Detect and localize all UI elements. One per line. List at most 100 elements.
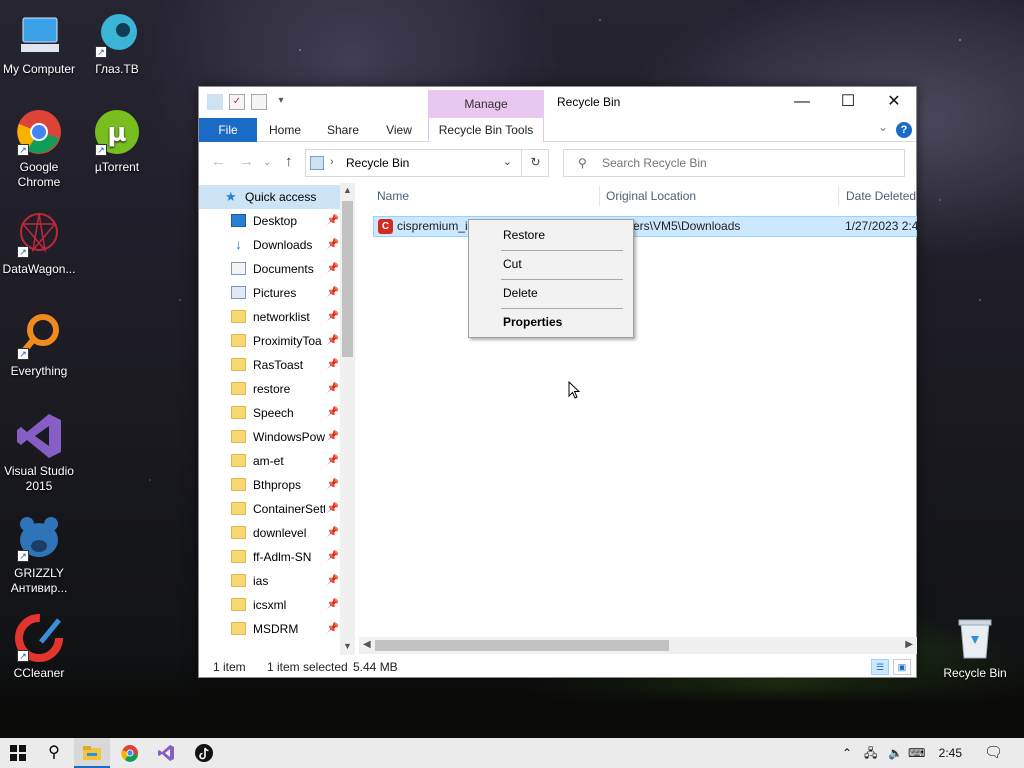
search-taskbar-button[interactable]: ⚲ xyxy=(36,738,72,768)
desktop-icon-grizzly[interactable]: ↗ GRIZZLY Антивир... xyxy=(0,514,78,596)
pin-icon[interactable]: 📌 xyxy=(327,617,339,641)
horizontal-scrollbar[interactable]: ◀ ▶ xyxy=(359,637,917,654)
horizontal-scroll-thumb[interactable] xyxy=(375,640,669,651)
pin-icon[interactable]: 📌 xyxy=(327,401,339,425)
large-icons-view-button[interactable]: ▣ xyxy=(893,659,911,675)
column-header-date-deleted[interactable]: Date Deleted xyxy=(846,183,917,209)
pin-icon[interactable]: 📌 xyxy=(327,233,339,257)
tab-file[interactable]: File xyxy=(199,118,257,142)
nav-item-downlevel[interactable]: downlevel 📌 xyxy=(199,521,341,545)
volume-icon[interactable]: 🔈 xyxy=(888,738,903,768)
nav-item-restore[interactable]: restore 📌 xyxy=(199,377,341,401)
desktop-icon-visual-studio[interactable]: Visual Studio 2015 xyxy=(0,412,78,494)
desktop-icon-my-computer[interactable]: My Computer xyxy=(0,10,78,77)
pin-icon[interactable]: 📌 xyxy=(327,281,339,305)
desktop-icon-recycle-bin[interactable]: Recycle Bin xyxy=(936,614,1014,681)
context-menu-cut[interactable]: Cut xyxy=(470,251,632,277)
nav-item-ff-adlm-sn[interactable]: ff-Adlm-SN 📌 xyxy=(199,545,341,569)
nav-item-icsxml[interactable]: icsxml 📌 xyxy=(199,593,341,617)
maximize-button[interactable]: ☐ xyxy=(825,87,871,117)
up-arrow-icon[interactable]: ↑ xyxy=(285,153,293,170)
breadcrumb-recycle-bin[interactable]: Recycle Bin xyxy=(346,156,409,170)
tab-share[interactable]: Share xyxy=(319,118,367,142)
nav-item-pictures[interactable]: Pictures 📌 xyxy=(199,281,341,305)
nav-item-desktop[interactable]: Desktop 📌 xyxy=(199,209,341,233)
nav-item-msdrm[interactable]: MSDRM 📌 xyxy=(199,617,341,641)
nav-item-windowspow[interactable]: WindowsPow 📌 xyxy=(199,425,341,449)
manage-tab-group[interactable]: Manage xyxy=(428,90,544,118)
desktop-icon-datawagon[interactable]: ↗ DataWagon... xyxy=(0,210,78,277)
desktop-icon-glaz-tv[interactable]: ↗ Глаз.ТВ xyxy=(78,10,156,77)
forward-arrow-icon[interactable]: → xyxy=(239,153,254,170)
pin-icon[interactable]: 📌 xyxy=(327,593,339,617)
tab-view[interactable]: View xyxy=(375,118,423,142)
nav-quick-access[interactable]: ★ Quick access xyxy=(199,185,341,209)
nav-item-ias[interactable]: ias 📌 xyxy=(199,569,341,593)
close-button[interactable]: ✕ xyxy=(871,87,917,117)
column-divider[interactable] xyxy=(838,186,839,206)
nav-scroll-thumb[interactable] xyxy=(342,201,353,357)
taskbar-tiktok[interactable] xyxy=(186,738,222,768)
column-divider[interactable] xyxy=(599,186,600,206)
customize-toolbar-chevron-icon[interactable]: ▾ xyxy=(273,94,289,110)
nav-item-rastoast[interactable]: RasToast 📌 xyxy=(199,353,341,377)
pin-icon[interactable]: 📌 xyxy=(327,329,339,353)
nav-item-downloads[interactable]: ↓ Downloads 📌 xyxy=(199,233,341,257)
nav-item-documents[interactable]: Documents 📌 xyxy=(199,257,341,281)
taskbar-chrome[interactable] xyxy=(112,738,148,768)
context-menu-properties[interactable]: Properties xyxy=(470,309,632,335)
column-header-name[interactable]: Name xyxy=(377,183,597,209)
nav-item-bthprops[interactable]: Bthprops 📌 xyxy=(199,473,341,497)
scroll-down-icon[interactable]: ▼ xyxy=(343,641,352,651)
search-box[interactable]: ⚲ xyxy=(563,149,905,177)
column-header-original-location[interactable]: Original Location xyxy=(606,183,836,209)
taskbar-visual-studio[interactable] xyxy=(148,738,184,768)
pin-icon[interactable]: 📌 xyxy=(327,521,339,545)
new-folder-icon[interactable] xyxy=(251,94,267,110)
nav-item-am-et[interactable]: am-et 📌 xyxy=(199,449,341,473)
desktop-icon-everything[interactable]: ↗ Everything xyxy=(0,312,78,379)
address-bar[interactable]: › Recycle Bin ⌄ xyxy=(305,149,549,177)
help-icon[interactable]: ? xyxy=(896,122,912,138)
tab-home[interactable]: Home xyxy=(261,118,309,142)
taskbar-file-explorer[interactable] xyxy=(74,738,110,768)
notifications-icon[interactable]: 🗨 xyxy=(984,738,1003,768)
nav-item-proximitytoa[interactable]: ProximityToa 📌 xyxy=(199,329,341,353)
nav-item-containersett[interactable]: ContainerSett 📌 xyxy=(199,497,341,521)
details-view-button[interactable]: ☰ xyxy=(871,659,889,675)
tab-recycle-bin-tools[interactable]: Recycle Bin Tools xyxy=(428,118,544,142)
desktop-icon-utorrent[interactable]: µ ↗ µTorrent xyxy=(78,108,156,175)
search-input[interactable] xyxy=(602,154,892,172)
pin-icon[interactable]: 📌 xyxy=(327,473,339,497)
pin-icon[interactable]: 📌 xyxy=(327,425,339,449)
nav-item-networklist[interactable]: networklist 📌 xyxy=(199,305,341,329)
scroll-left-icon[interactable]: ◀ xyxy=(363,639,371,650)
address-dropdown-chevron-icon[interactable]: ⌄ xyxy=(503,155,512,168)
pin-icon[interactable]: 📌 xyxy=(327,305,339,329)
pin-icon[interactable]: 📌 xyxy=(327,497,339,521)
pin-icon[interactable]: 📌 xyxy=(327,353,339,377)
context-menu-delete[interactable]: Delete xyxy=(470,280,632,306)
back-arrow-icon[interactable]: ← xyxy=(211,153,226,170)
scroll-right-icon[interactable]: ▶ xyxy=(905,639,913,650)
network-icon[interactable]: 🖧 xyxy=(864,738,877,768)
desktop-icon-ccleaner[interactable]: ↗ CCleaner xyxy=(0,614,78,681)
pin-icon[interactable]: 📌 xyxy=(327,209,339,233)
scroll-up-icon[interactable]: ▲ xyxy=(343,185,352,195)
pin-icon[interactable]: 📌 xyxy=(327,545,339,569)
refresh-button[interactable]: ↻ xyxy=(521,149,549,177)
expand-ribbon-chevron-icon[interactable]: ⌄ xyxy=(878,120,888,134)
nav-item-speech[interactable]: Speech 📌 xyxy=(199,401,341,425)
table-row[interactable]: C cispremium_i ers\VM5\Downloads 1/27/20… xyxy=(373,216,917,237)
nav-scrollbar[interactable]: ▲ ▼ xyxy=(340,183,355,655)
recent-locations-chevron-icon[interactable]: ⌄ xyxy=(263,157,271,168)
pin-icon[interactable]: 📌 xyxy=(327,449,339,473)
context-menu-restore[interactable]: Restore xyxy=(470,222,632,248)
clock-time[interactable]: 2:45 AM xyxy=(918,738,962,768)
properties-check-icon[interactable]: ✓ xyxy=(229,94,245,110)
breadcrumb-separator-icon[interactable]: › xyxy=(330,156,334,168)
start-button[interactable] xyxy=(0,738,36,768)
title-bar[interactable]: ✓ ▾ Manage Recycle Bin — ☐ ✕ xyxy=(199,87,917,118)
show-hidden-icons-chevron-icon[interactable]: ⌃ xyxy=(842,738,852,768)
pin-icon[interactable]: 📌 xyxy=(327,257,339,281)
